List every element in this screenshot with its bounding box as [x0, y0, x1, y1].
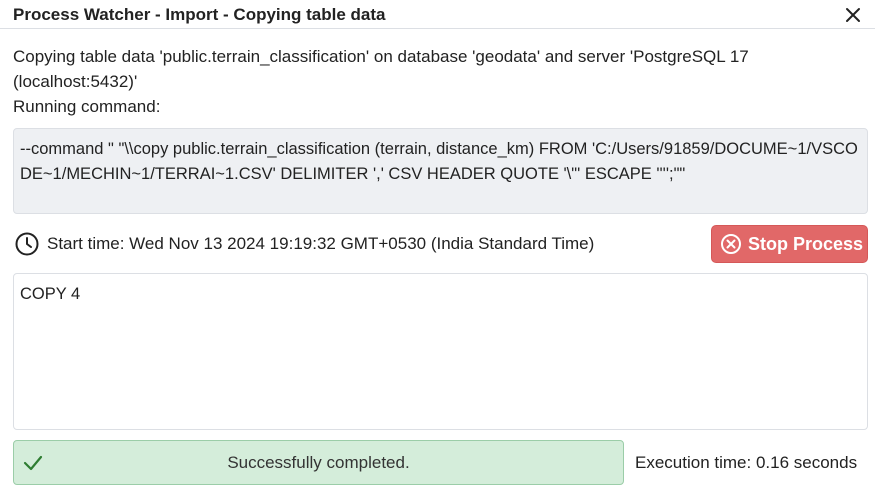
stop-process-button[interactable]: Stop Process [711, 225, 868, 263]
close-icon [846, 8, 860, 22]
start-time: Start time: Wed Nov 13 2024 19:19:32 GMT… [47, 234, 595, 253]
description-text: Copying table data 'public.terrain_class… [13, 47, 749, 91]
status-message: Successfully completed. [227, 452, 410, 472]
dialog-titlebar: Process Watcher - Import - Copying table… [0, 0, 875, 29]
execution-time: Execution time: 0.16 seconds [635, 453, 858, 472]
process-description: Copying table data 'public.terrain_class… [13, 44, 863, 119]
stop-process-label: Stop Process [748, 233, 864, 254]
status-badge: Successfully completed. [13, 440, 624, 485]
command-box: --command " "\\copy public.terrain_class… [13, 128, 868, 214]
close-button[interactable] [842, 4, 864, 26]
clock-icon [15, 232, 39, 256]
circle-x-icon [720, 233, 742, 255]
dialog-title: Process Watcher - Import - Copying table… [13, 5, 386, 24]
running-command-label: Running command: [13, 97, 161, 116]
process-output[interactable]: COPY 4 [13, 273, 868, 430]
